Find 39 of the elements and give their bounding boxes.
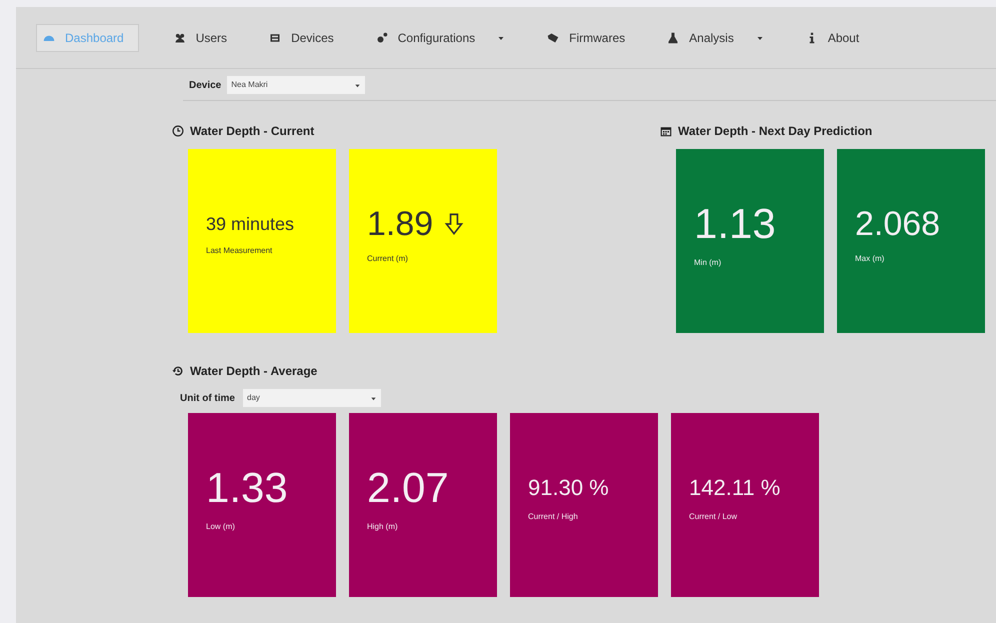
flask-icon: [667, 32, 680, 44]
stat-value: 39 minutes: [206, 215, 294, 233]
stat-label: Max (m): [855, 253, 886, 265]
section-title: Water Depth - Next Day Prediction: [678, 123, 872, 140]
stat-label: Min (m): [694, 257, 722, 269]
section-title: Water Depth - Average: [190, 363, 318, 380]
history-icon: [172, 365, 184, 377]
nav-tab[interactable]: Devices: [262, 24, 341, 52]
calendar-icon: [660, 125, 672, 137]
nav-tab[interactable]: Configurations: [368, 24, 512, 52]
stat-value: 2.068: [855, 207, 940, 241]
list-icon: [269, 32, 282, 44]
stat-value: 142.11 %: [689, 477, 780, 499]
stat-label: High (m): [367, 521, 399, 533]
nav-tab[interactable]: Firmwares: [540, 24, 632, 52]
caret-icon: [370, 394, 377, 402]
nav-tab[interactable]: About: [798, 24, 866, 52]
caret-icon: [354, 82, 362, 88]
users-icon: [174, 32, 186, 44]
stat-label: Current (m): [367, 253, 409, 265]
stat-label: Last Measurement: [206, 245, 274, 257]
stat-value: 91.30 %: [528, 477, 609, 499]
stat-value: 1.89: [367, 207, 434, 241]
nav-tab[interactable]: Users: [166, 24, 234, 52]
clock-icon: [172, 125, 184, 137]
section-title: Water Depth - Current: [190, 123, 314, 140]
device-dropdown[interactable]: Nea Makri: [227, 76, 366, 94]
stat-label: Low (m): [206, 521, 236, 533]
stat-value: 1.13: [694, 203, 776, 245]
select-label: Device: [189, 78, 222, 92]
nav-tab[interactable]: Analysis: [660, 24, 771, 52]
stat-label: Current / Low: [689, 511, 738, 523]
stat-value: 2.07: [367, 467, 449, 509]
stat-label: Current / High: [528, 511, 579, 523]
tag-icon: [547, 32, 560, 44]
unit-dropdown[interactable]: day: [243, 389, 381, 407]
stat-value: 1.33: [206, 467, 288, 509]
down-arrow-icon: [443, 213, 466, 235]
select-label: Unit of time: [180, 392, 235, 406]
